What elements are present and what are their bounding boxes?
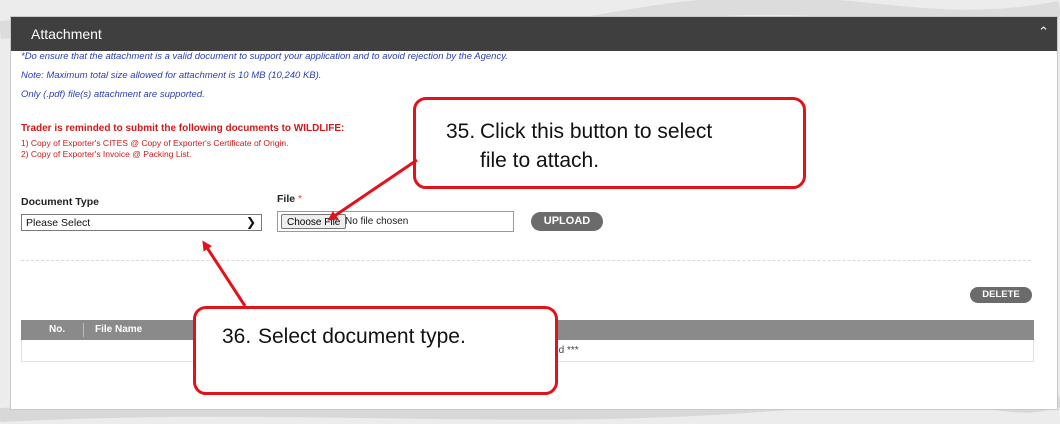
callout-36-line1: Select document type. — [258, 325, 466, 348]
panel-title: Attachment — [31, 26, 102, 42]
upload-button[interactable]: UPLOAD — [531, 212, 603, 231]
divider — [21, 260, 1031, 261]
reminder-item: 1) Copy of Exporter's CITES @ Copy of Ex… — [21, 138, 289, 148]
callout-35-number: 35. — [446, 120, 476, 143]
note-valid-document: *Do ensure that the attachment is a vali… — [21, 51, 508, 62]
choose-file-button[interactable]: Choose File — [281, 214, 347, 229]
column-divider — [83, 323, 84, 337]
callout-36-number: 36. — [222, 325, 252, 348]
delete-button[interactable]: DELETE — [970, 287, 1032, 303]
wildlife-reminder: Trader is reminded to submit the followi… — [21, 123, 344, 160]
chevron-up-icon[interactable]: ⌃ — [1038, 24, 1049, 40]
panel-header[interactable]: Attachment ⌃ — [11, 17, 1057, 51]
column-header-file-name: File Name — [95, 324, 143, 335]
document-type-select[interactable]: Please Select ❯ — [21, 214, 262, 231]
note-max-size: Note: Maximum total size allowed for att… — [21, 70, 322, 81]
callout-35-line1: Click this button to select — [480, 120, 713, 143]
required-mark: * — [298, 193, 303, 205]
file-input[interactable]: Choose File No file chosen — [277, 211, 514, 232]
chevron-down-icon: ❯ — [245, 215, 256, 229]
document-type-selected: Please Select — [26, 217, 91, 229]
column-header-no: No. — [49, 324, 66, 335]
file-label: File * — [277, 193, 302, 205]
callout-36: 36. Select document type. — [193, 306, 558, 395]
document-type-label: Document Type — [21, 196, 99, 208]
reminder-item: 2) Copy of Exporter's Invoice @ Packing … — [21, 149, 192, 159]
callout-35-line2: file to attach. — [480, 149, 600, 172]
file-label-text: File — [277, 193, 296, 205]
no-file-text: No file chosen — [345, 216, 409, 227]
callout-35: 35. Click this button to select file to … — [413, 97, 806, 189]
reminder-title: Trader is reminded to submit the followi… — [21, 123, 345, 134]
